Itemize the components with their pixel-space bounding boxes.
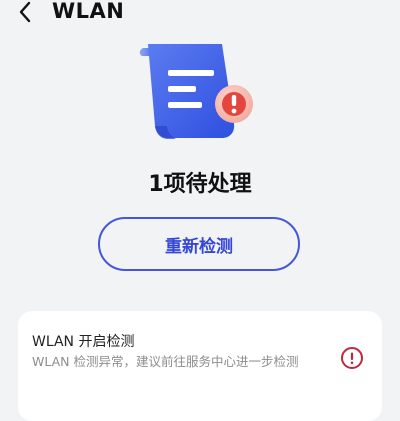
chevron-left-icon <box>19 1 31 23</box>
warning-circle-icon <box>341 347 363 369</box>
recheck-button[interactable]: 重新检测 <box>98 217 300 271</box>
back-button[interactable] <box>12 0 38 24</box>
check-item-title: WLAN 开启检测 <box>32 334 135 350</box>
pending-count-text: 1项待处理 <box>148 172 252 197</box>
document-warning-icon <box>139 44 253 139</box>
check-item-card[interactable]: WLAN 开启检测 WLAN 检测异常，建议前往服务中心进一步检测 <box>18 311 382 421</box>
page-title: WLAN <box>52 0 125 23</box>
header-bar: WLAN <box>0 0 400 28</box>
check-item-description: WLAN 检测异常，建议前往服务中心进一步检测 <box>32 354 299 369</box>
